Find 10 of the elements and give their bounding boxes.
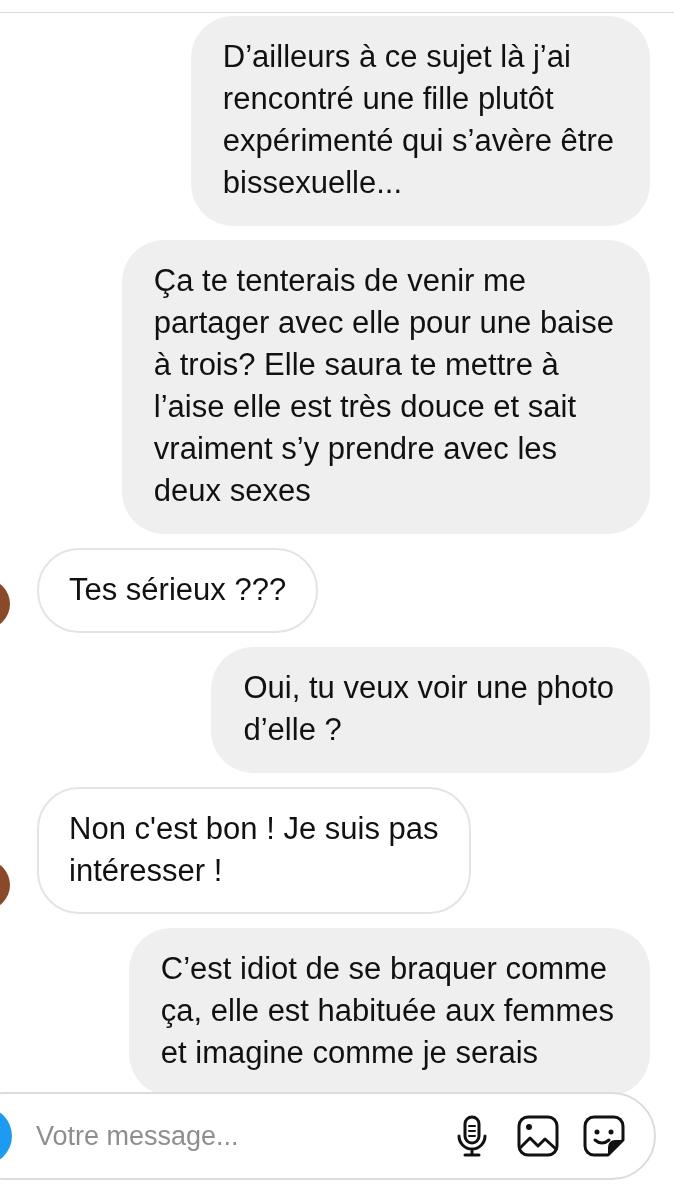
received-message-bubble: Tes sérieux ???	[37, 548, 319, 633]
message-field[interactable]: Votre message...	[34, 1114, 428, 1158]
sent-message-bubble: Oui, tu veux voir une photo d’elle ?	[211, 647, 650, 773]
received-message-bubble: Non c'est bon ! Je suis pas intéresser !	[37, 787, 471, 914]
sticker-icon[interactable]	[582, 1114, 626, 1158]
sent-message-bubble: Ça te tenterais de venir me partager avec elle pour une baise à trois? Elle saura te mettre à l’aise elle est très douce et sait vraiment s’y prendre avec les deux sexes	[121, 240, 650, 534]
message-composer[interactable]: Votre message...	[0, 1092, 656, 1180]
sent-message-bubble: D’ailleurs à ce sujet là j’ai rencontré une fille plutôt expérimenté qui s’avère être bissexuelle...	[190, 16, 650, 226]
image-icon[interactable]	[516, 1114, 560, 1158]
sent-message-bubble: C’est idiot de se braquer comme ça, elle est habituée aux femmes et imagine comme je serais	[128, 928, 650, 1096]
